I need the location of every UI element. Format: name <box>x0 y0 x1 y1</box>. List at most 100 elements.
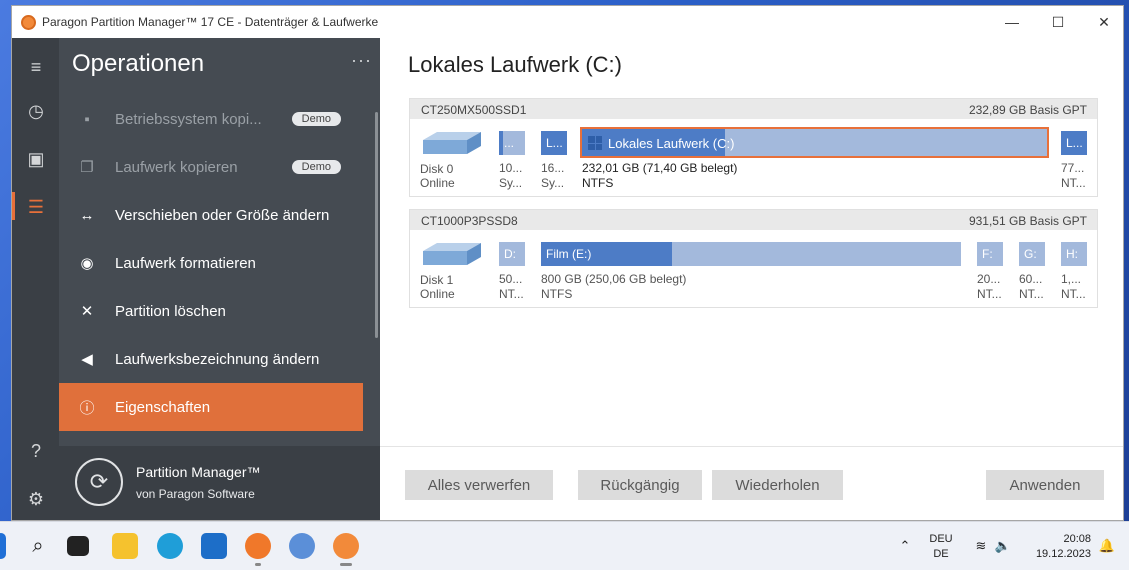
partition-label: L... <box>1066 136 1083 150</box>
partition-bar-selected[interactable]: Lokales Laufwerk (C:) <box>580 127 1049 158</box>
op-properties[interactable]: ⓘ Eigenschaften <box>59 383 363 431</box>
partition-usage <box>499 131 503 155</box>
partition-bar[interactable]: D: <box>499 242 525 266</box>
partition-size: 1,... <box>1061 272 1082 286</box>
apply-button[interactable]: Anwenden <box>986 470 1104 500</box>
task-view-icon[interactable] <box>67 536 89 556</box>
op-change-label[interactable]: ◀ Laufwerksbezeichnung ändern <box>59 335 363 383</box>
title-bar: Paragon Partition Manager™ 17 CE - Daten… <box>12 6 1123 38</box>
disks-volumes-icon[interactable]: ☰ <box>21 192 51 222</box>
partition-fs: NT... <box>1019 287 1044 301</box>
disk-card[interactable]: CT250MX500SSD1 232,89 GB Basis GPT Disk … <box>409 98 1098 197</box>
disk-status: Online <box>420 176 455 190</box>
partition-label: F: <box>982 247 993 261</box>
partition-size: 232,01 GB (71,40 GB belegt) <box>582 161 738 175</box>
disk-model: CT250MX500SSD1 <box>421 103 527 117</box>
op-delete-partition[interactable]: ✕ Partition löschen <box>59 287 363 335</box>
partition-fs: NT... <box>1061 287 1086 301</box>
window-title: Paragon Partition Manager™ 17 CE - Daten… <box>42 15 379 29</box>
keyboard-layout: DE <box>933 548 949 560</box>
undo-button[interactable]: Rückgängig <box>578 470 702 500</box>
language-code: DEU <box>929 533 953 545</box>
settings-app-icon[interactable] <box>289 533 315 559</box>
active-indicator <box>340 563 352 566</box>
brand-vendor: von Paragon Software <box>136 487 255 501</box>
rail-selection-indicator <box>12 192 15 220</box>
partition-bar[interactable]: L... <box>541 131 567 155</box>
partition-size: 77... <box>1061 161 1085 175</box>
main-content: Lokales Laufwerk (C:) CT250MX500SSD1 232… <box>380 38 1123 520</box>
partition-label: ... <box>504 136 515 150</box>
file-explorer-icon[interactable] <box>112 533 138 559</box>
op-change-label-label: Laufwerksbezeichnung ändern <box>115 350 320 368</box>
hard-disk-icon <box>423 243 481 265</box>
op-copy-drive[interactable]: ❐ Laufwerk kopieren Demo <box>59 143 363 191</box>
operations-scrollbar[interactable] <box>375 112 378 338</box>
demo-badge: Demo <box>291 112 341 126</box>
start-edge-icon[interactable] <box>0 533 6 559</box>
page-title: Lokales Laufwerk (C:) <box>408 52 622 77</box>
partition-fs: Sy... <box>499 176 523 190</box>
history-icon[interactable]: ◷ <box>21 96 51 126</box>
partition-label: Film (E:) <box>546 247 592 261</box>
minimize-button[interactable]: — <box>989 6 1035 38</box>
os-icon: ▪ <box>84 110 90 128</box>
op-copy-os-label: Betriebssystem kopi... <box>115 110 262 128</box>
volume-icon[interactable]: 🔈 <box>990 533 1016 559</box>
discard-all-button[interactable]: Alles verwerfen <box>405 470 553 500</box>
close-button[interactable]: ✕ <box>1081 6 1123 38</box>
op-properties-label: Eigenschaften <box>115 398 211 416</box>
partition-fs: NT... <box>499 287 524 301</box>
clock-date: 19.12.2023 <box>1035 548 1091 560</box>
op-copy-os[interactable]: ▪ Betriebssystem kopi... Demo <box>59 95 363 143</box>
partition-bar[interactable]: F: <box>977 242 1003 266</box>
partition-label: H: <box>1066 247 1078 261</box>
partition-bar[interactable]: ... <box>499 131 525 155</box>
more-options-icon[interactable]: ··· <box>351 50 372 71</box>
partition-bar[interactable]: L... <box>1061 131 1087 155</box>
store-icon[interactable] <box>201 533 227 559</box>
partition-bar[interactable]: Film (E:) <box>541 242 961 266</box>
op-move-resize-label: Verschieben oder Größe ändern <box>115 206 330 224</box>
partition-fs: NT... <box>977 287 1002 301</box>
op-format[interactable]: ◉ Laufwerk formatieren <box>59 239 363 287</box>
settings-gear-icon[interactable]: ⚙ <box>21 484 51 514</box>
search-icon[interactable]: ⌕ <box>25 533 51 559</box>
partition-bar[interactable]: G: <box>1019 242 1045 266</box>
partition-fs: Sy... <box>541 176 565 190</box>
partition-bar[interactable]: H: <box>1061 242 1087 266</box>
partition-fs: NT... <box>1061 176 1086 190</box>
clock[interactable]: 20:08 19.12.2023 <box>1025 532 1091 562</box>
partition-label: L... <box>546 136 563 150</box>
partition-label: G: <box>1024 247 1037 261</box>
disk-header: CT1000P3PSSD8 931,51 GB Basis GPT <box>410 210 1097 230</box>
info-icon: ⓘ <box>79 399 95 417</box>
delete-x-icon: ✕ <box>80 303 94 320</box>
disk-status: Online <box>420 287 455 301</box>
hamburger-menu-icon[interactable]: ≡ <box>21 52 51 82</box>
help-icon[interactable]: ? <box>21 436 51 466</box>
partition-size: 20... <box>977 272 1001 286</box>
edge-browser-icon[interactable] <box>157 533 183 559</box>
language-indicator[interactable]: DEU DE <box>925 532 957 562</box>
maximize-button[interactable]: ☐ <box>1035 6 1081 38</box>
partition-fs: NTFS <box>541 287 573 301</box>
firefox-icon[interactable] <box>245 533 271 559</box>
chevron-up-icon[interactable]: ⌃ <box>892 533 918 559</box>
brand-area: ⟳ Partition Manager™ von Paragon Softwar… <box>59 446 380 520</box>
op-move-resize[interactable]: ↔ Verschieben oder Größe ändern <box>59 191 363 239</box>
notification-bell-icon[interactable]: 🔔 <box>1094 533 1120 559</box>
paragon-taskbar-icon[interactable] <box>333 533 359 559</box>
demo-badge: Demo <box>291 160 341 174</box>
disk-id: Disk 1 <box>420 273 454 287</box>
clock-time: 20:08 <box>1063 533 1091 545</box>
tag-icon: ◀ <box>81 351 93 368</box>
partition-size: 800 GB (250,06 GB belegt) <box>541 272 687 286</box>
partition-fs: NTFS <box>582 176 614 190</box>
windows-logo-icon <box>588 136 602 150</box>
monitor-icon[interactable]: ▣ <box>21 144 51 174</box>
disk-card[interactable]: CT1000P3PSSD8 931,51 GB Basis GPT Disk 1… <box>409 209 1098 308</box>
disk-info: 232,89 GB Basis GPT <box>968 103 1087 117</box>
partition-size: 10... <box>499 161 523 175</box>
redo-button[interactable]: Wiederholen <box>712 470 843 500</box>
